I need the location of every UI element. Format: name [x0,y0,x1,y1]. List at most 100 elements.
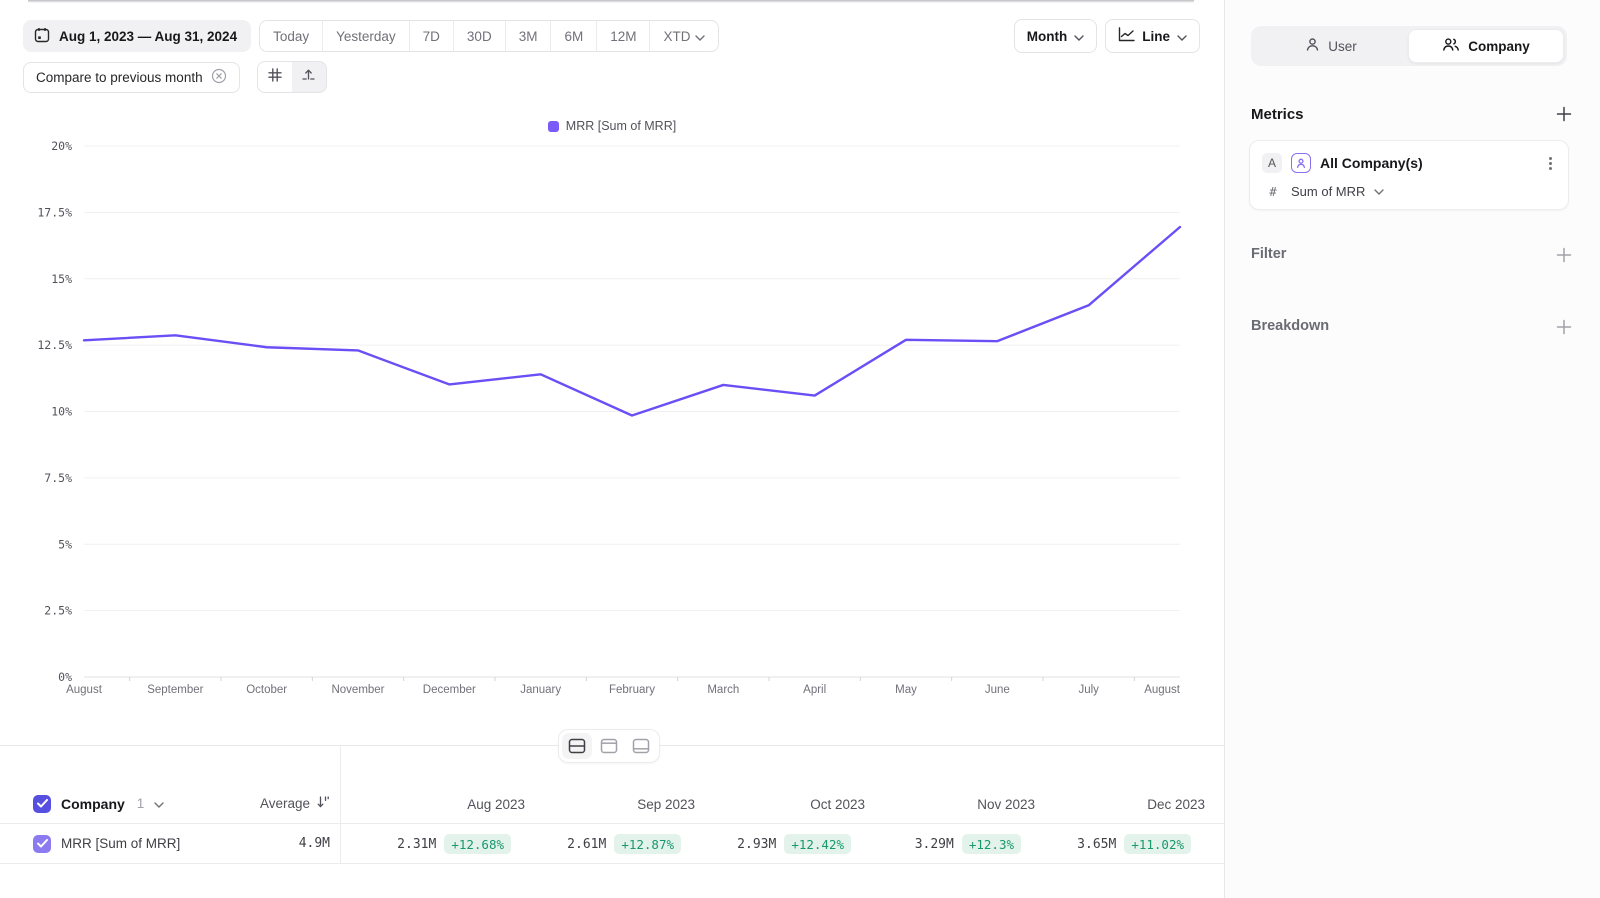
x-tick-label: January [520,684,561,696]
average-column-label: Average [260,796,310,811]
config-sidebar: User Company Metrics A All Company(s) [1224,0,1600,898]
compare-chip[interactable]: Compare to previous month [23,62,240,93]
x-tick-label: October [246,684,287,696]
quick-range-button[interactable]: 6M [551,21,597,51]
x-tick-label: August [1144,684,1181,696]
annotations-toggle[interactable] [292,62,326,92]
delta-badge: +12.87% [614,834,681,854]
y-tick-label: 15% [51,272,72,286]
chevron-down-icon [1374,182,1384,200]
tab-company[interactable]: Company [1408,29,1564,63]
month-column-header[interactable]: Nov 2023 [865,797,1035,812]
y-tick-label: 20% [51,139,72,153]
chart-type-label: Line [1142,29,1170,44]
y-tick-label: 2.5% [44,604,72,618]
row-checkbox[interactable] [33,835,51,853]
x-tick-label: September [147,684,203,696]
table-header-row: Company 1 Average Aug 2023Sep 2023Oct 20… [0,784,1224,824]
chevron-down-icon [1177,29,1187,44]
chart-legend[interactable]: MRR [Sum of MRR] [0,119,1224,133]
add-filter-button[interactable] [1554,245,1574,265]
metric-name: All Company(s) [1320,155,1536,171]
layout-view-toggles [558,729,660,763]
select-all-checkbox[interactable] [33,795,51,813]
compare-row: Compare to previous month [23,61,327,93]
quick-range-button[interactable]: 3M [506,21,552,51]
y-tick-label: 0% [58,670,72,684]
metrics-section-title: Metrics [1251,106,1304,123]
date-range-button[interactable]: Aug 1, 2023 — Aug 31, 2024 [23,20,251,52]
remove-compare-icon[interactable] [211,68,227,87]
x-tick-label: April [803,684,826,696]
legend-swatch [548,121,559,132]
user-icon [1305,37,1320,55]
company-badge-icon [1291,153,1311,173]
grid-icon [268,68,282,87]
month-value-cell: 3.29M+12.3% [851,834,1021,854]
x-tick-label: June [985,684,1010,696]
x-tick-label: November [331,684,384,696]
compare-chip-label: Compare to previous month [36,70,203,85]
chart-toolbar: Aug 1, 2023 — Aug 31, 2024 TodayYesterda… [23,20,1200,52]
chart-only-view-button[interactable] [594,733,624,759]
month-column-header[interactable]: Dec 2023 [1035,797,1205,812]
metric-field-selector[interactable]: # Sum of MRR [1262,182,1556,200]
entity-count: 1 [137,796,145,811]
add-breakdown-button[interactable] [1554,317,1574,337]
chevron-down-icon [695,29,705,44]
quick-range-button[interactable]: 30D [454,21,506,51]
card-top-shadow [28,0,1194,3]
delta-badge: +11.02% [1124,834,1191,854]
gridlines-toggle[interactable] [258,62,292,92]
quick-range-button[interactable]: 12M [597,21,650,51]
quick-range-button[interactable]: 7D [410,21,454,51]
xtd-range-button[interactable]: XTD [650,21,718,51]
month-value-cell: 2.93M+12.42% [681,834,851,854]
y-tick-label: 12.5% [37,338,72,352]
quick-range-button[interactable]: Today [260,21,323,51]
x-tick-label: February [609,684,655,696]
entity-type-toggle: User Company [1251,26,1567,66]
table-only-view-button[interactable] [626,733,656,759]
x-tick-label: August [66,684,103,696]
metric-card[interactable]: A All Company(s) # Sum of MRR [1249,140,1569,210]
metric-menu-button[interactable] [1545,155,1556,172]
y-tick-label: 17.5% [37,205,72,219]
arrow-up-axis-icon [301,67,316,87]
legend-label: MRR [Sum of MRR] [566,119,676,133]
add-metric-button[interactable] [1554,104,1574,124]
metric-row-label: MRR [Sum of MRR] [61,836,180,851]
chevron-down-icon[interactable] [154,795,164,813]
month-column-header[interactable]: Aug 2023 [355,797,525,812]
metric-value: 3.29M [915,837,954,852]
y-tick-label: 10% [51,405,72,419]
chevron-down-icon [1074,29,1084,44]
table-row[interactable]: MRR [Sum of MRR] 4.9M 2.31M+12.68%2.61M+… [0,824,1224,864]
month-value-cell: 3.65M +11.02% [1021,834,1191,854]
company-icon [1442,37,1460,55]
quick-range-button[interactable]: Yesterday [323,21,410,51]
metric-value: 2.61M [567,837,606,852]
granularity-label: Month [1027,29,1067,44]
metric-field-label: Sum of MRR [1291,184,1365,199]
breakdown-section-title: Breakdown [1251,318,1329,334]
x-tick-label: December [423,684,476,696]
metric-value: 2.31M [397,837,436,852]
entity-column-label: Company [61,796,125,812]
mrr-series-line [84,227,1180,416]
chart-type-dropdown[interactable]: Line [1105,19,1200,53]
metric-value: 3.65M [1077,837,1116,852]
delta-badge: +12.42% [784,834,851,854]
metric-letter-badge: A [1262,153,1282,173]
tab-user[interactable]: User [1254,29,1408,63]
sort-icon[interactable] [316,795,330,812]
split-view-button[interactable] [562,733,592,759]
granularity-dropdown[interactable]: Month [1014,19,1097,53]
analytics-main-area: Aug 1, 2023 — Aug 31, 2024 TodayYesterda… [0,0,1224,898]
mrr-growth-line-chart: 0%2.5%5%7.5%10%12.5%15%17.5%20%AugustSep… [0,0,1224,710]
breakdown-table: Company 1 Average Aug 2023Sep 2023Oct 20… [0,784,1224,864]
y-tick-label: 5% [58,537,72,551]
month-value-cell: 2.31M+12.68% [341,834,511,854]
month-column-header[interactable]: Oct 2023 [695,797,865,812]
month-column-header[interactable]: Sep 2023 [525,797,695,812]
